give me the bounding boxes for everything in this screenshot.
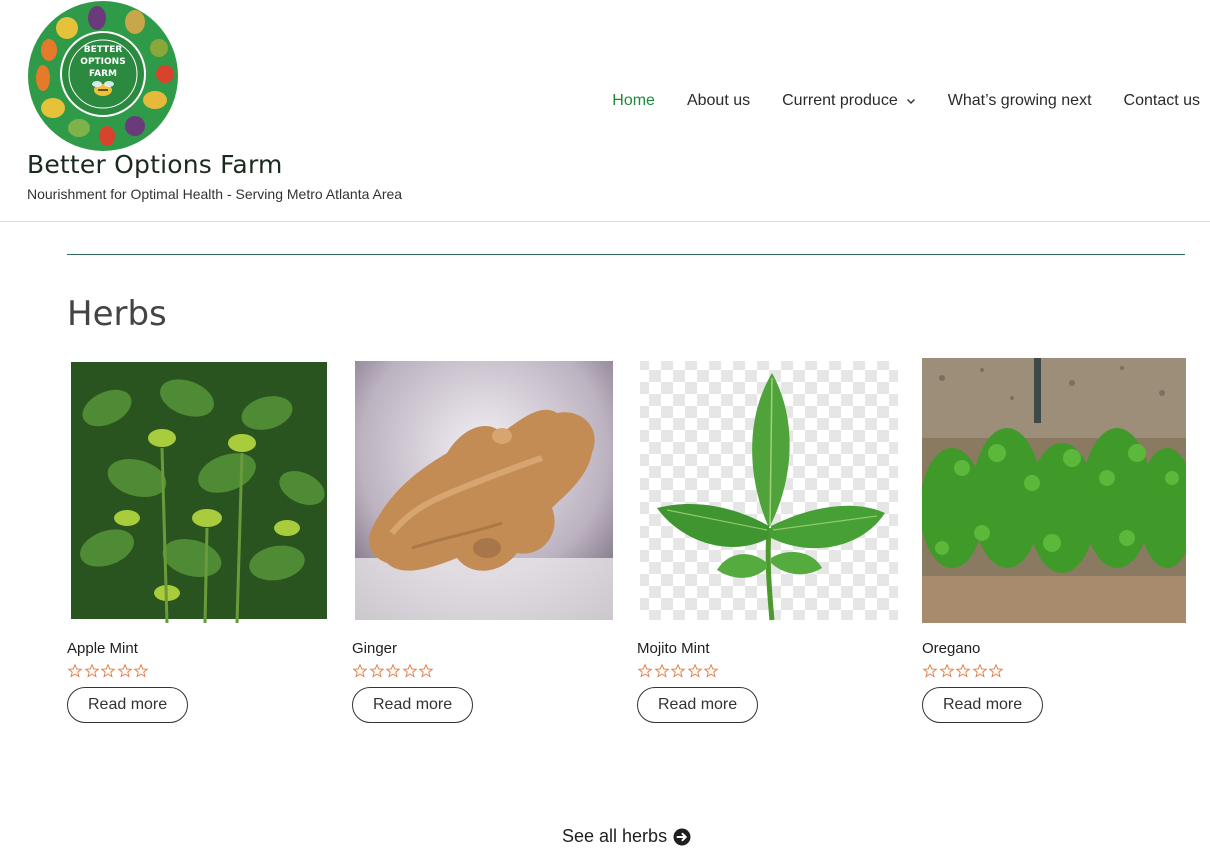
nav-item-whats-growing-next[interactable]: What’s growing next: [948, 92, 1092, 110]
star-empty-icon: [972, 663, 987, 678]
main-nav: Home About us Current produce What’s gro…: [580, 92, 1200, 110]
product-image-ginger[interactable]: [352, 358, 616, 623]
product-name[interactable]: Oregano: [922, 640, 1186, 657]
star-empty-icon: [418, 663, 434, 678]
see-all-herbs-label: See all herbs: [562, 826, 668, 846]
apple-mint-photo: [71, 362, 327, 623]
logo-image: BETTER OPTIONS FARM: [28, 1, 178, 151]
oregano-plants-photo: [922, 358, 1186, 623]
site-tagline: Nourishment for Optimal Health - Serving…: [27, 186, 403, 202]
product-name[interactable]: Apple Mint: [67, 640, 331, 657]
star-empty-icon: [637, 663, 653, 678]
star-empty-icon: [955, 663, 971, 678]
svg-text:BETTER: BETTER: [84, 45, 123, 55]
star-empty-icon: [402, 663, 417, 678]
star-empty-icon: [703, 663, 719, 678]
star-empty-icon: [117, 663, 132, 678]
product-image-apple-mint[interactable]: [67, 358, 331, 623]
nav-item-home[interactable]: Home: [612, 92, 655, 110]
svg-text:FARM: FARM: [89, 69, 117, 79]
star-rating: [637, 663, 901, 679]
read-more-button[interactable]: Read more: [67, 687, 189, 723]
nav-item-current-produce[interactable]: Current produce: [782, 92, 916, 110]
star-empty-icon: [939, 663, 954, 678]
star-empty-icon: [352, 663, 368, 678]
product-name[interactable]: Mojito Mint: [637, 640, 901, 657]
product-image-mojito-mint[interactable]: [637, 358, 901, 623]
star-empty-icon: [133, 663, 149, 678]
star-empty-icon: [369, 663, 384, 678]
farm-logo[interactable]: BETTER OPTIONS FARM: [27, 0, 179, 152]
star-rating: [67, 663, 331, 679]
nav-item-about-us[interactable]: About us: [687, 92, 750, 110]
star-empty-icon: [922, 663, 938, 678]
svg-text:OPTIONS: OPTIONS: [80, 57, 125, 67]
section-divider: [67, 254, 1185, 255]
star-empty-icon: [670, 663, 686, 678]
star-empty-icon: [100, 663, 116, 678]
site-header: BETTER OPTIONS FARM Better Options Farm …: [0, 0, 1210, 222]
product-card: Ginger Read more: [352, 358, 616, 723]
star-empty-icon: [654, 663, 669, 678]
star-empty-icon: [84, 663, 99, 678]
star-empty-icon: [67, 663, 83, 678]
arrow-circle-right-icon: [673, 828, 691, 845]
read-more-button[interactable]: Read more: [922, 687, 1044, 723]
product-name[interactable]: Ginger: [352, 640, 616, 657]
star-empty-icon: [988, 663, 1004, 678]
read-more-button[interactable]: Read more: [352, 687, 474, 723]
star-rating: [922, 663, 1186, 679]
product-card: Apple Mint Read more: [67, 358, 331, 723]
star-empty-icon: [385, 663, 401, 678]
site-title[interactable]: Better Options Farm: [27, 150, 283, 179]
nav-item-current-produce-label: Current produce: [782, 92, 898, 109]
ginger-root-photo: [355, 361, 613, 620]
product-grid: Apple Mint Read more Ginger Read more Mo…: [67, 358, 1186, 723]
read-more-button[interactable]: Read more: [637, 687, 759, 723]
chevron-down-icon: [906, 99, 915, 104]
section-heading: Herbs: [67, 294, 167, 334]
mojito-mint-photo: [640, 361, 898, 621]
see-all-herbs-link[interactable]: See all herbs: [562, 826, 691, 847]
star-rating: [352, 663, 616, 679]
product-card: Oregano Read more: [922, 358, 1186, 723]
product-card: Mojito Mint Read more: [637, 358, 901, 723]
product-image-oregano[interactable]: [922, 358, 1186, 623]
nav-item-contact-us[interactable]: Contact us: [1124, 92, 1200, 110]
star-empty-icon: [687, 663, 702, 678]
